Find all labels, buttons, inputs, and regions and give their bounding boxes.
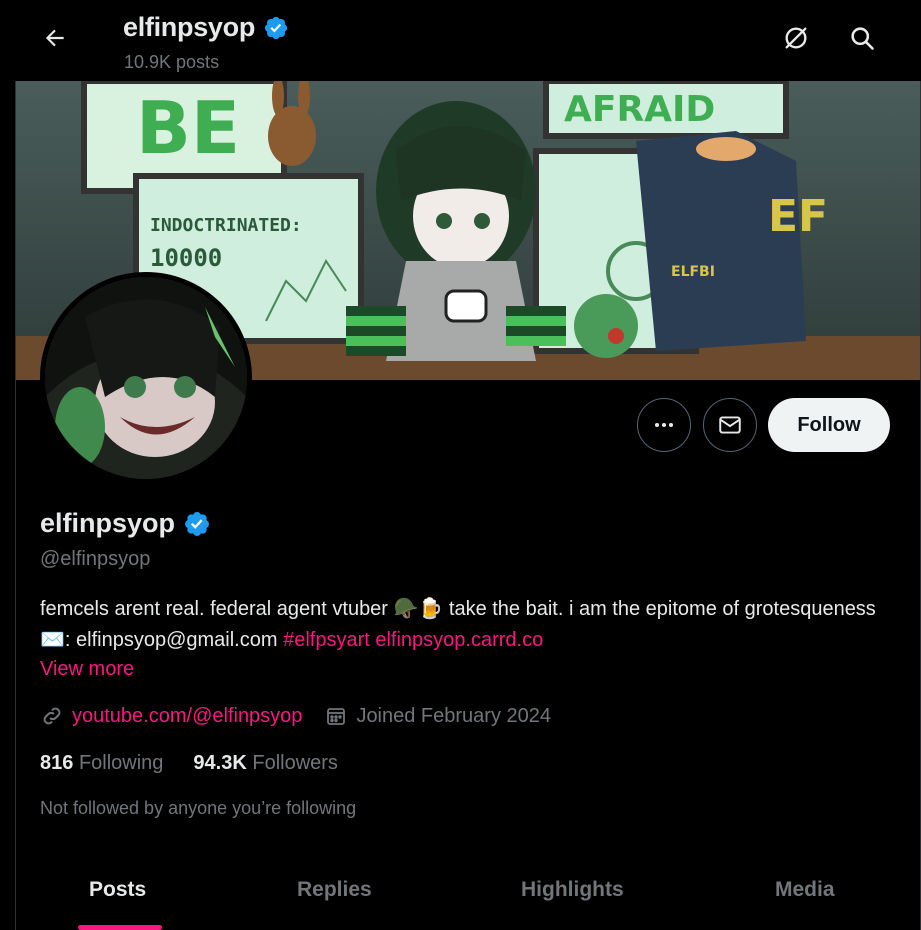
banner-text-count: 10000: [150, 244, 222, 272]
svg-text:EF: EF: [768, 191, 828, 242]
back-arrow-icon: [45, 29, 64, 47]
view-more-link[interactable]: View more: [40, 658, 134, 681]
avatar-illustration: [45, 277, 247, 479]
bio-website-link[interactable]: elfinpsyop.carrd.co: [375, 629, 543, 651]
message-icon: [719, 416, 741, 434]
verified-badge-icon[interactable]: [183, 510, 211, 538]
profile-bio: femcels arent real. federal agent vtuber…: [40, 594, 880, 656]
profile-avatar[interactable]: [40, 272, 252, 484]
banner-text-elfbi: ELFBI: [671, 264, 715, 280]
profile-display-name: elfinpsyop: [40, 508, 176, 538]
follow-button[interactable]: Follow: [768, 398, 890, 452]
more-icon: [655, 423, 673, 427]
profile-handle: @elfinpsyop: [40, 548, 151, 570]
profile-website-link[interactable]: youtube.com/@elfinpsyop: [72, 705, 302, 728]
banner-text-be: BE: [136, 86, 240, 170]
profile-tabs: Posts Replies Highlights Media: [16, 854, 920, 930]
verified-badge-icon: [264, 16, 288, 39]
active-tab-indicator: [78, 925, 162, 930]
following-count: 816: [40, 752, 74, 774]
profile-meta: youtube.com/@elfinpsyop Joined February …: [40, 704, 551, 728]
calendar-icon: [327, 708, 346, 725]
tab-posts[interactable]: Posts: [89, 878, 146, 902]
search-icon: [851, 27, 874, 50]
more-button[interactable]: [637, 398, 691, 452]
grok-icon: [785, 27, 807, 49]
tab-replies[interactable]: Replies: [297, 878, 372, 902]
tab-media[interactable]: Media: [775, 878, 835, 902]
following-label: Following: [78, 752, 164, 774]
banner-text-indoctrinated: INDOCTRINATED:: [150, 215, 302, 236]
grok-button[interactable]: [780, 22, 812, 54]
back-button[interactable]: [37, 20, 73, 56]
followers-label: Followers: [252, 752, 338, 774]
message-button[interactable]: [703, 398, 757, 452]
following-link[interactable]: 816 Following: [40, 752, 163, 775]
bio-hashtag-link[interactable]: #elfpsyart: [283, 629, 370, 651]
followers-link[interactable]: 94.3K Followers: [193, 752, 338, 775]
banner-text-afraid: AFRAID: [564, 89, 715, 130]
posts-count: 10.9K posts: [124, 52, 220, 72]
followers-count: 94.3K: [193, 752, 247, 774]
search-button[interactable]: [846, 22, 878, 54]
not-followed-notice: Not followed by anyone you’re following: [40, 798, 357, 818]
joined-date: Joined February 2024: [356, 704, 552, 727]
tab-highlights[interactable]: Highlights: [521, 878, 624, 902]
link-icon: [43, 707, 61, 725]
profile-header: elfinpsyop 10.9K posts: [15, 0, 921, 81]
follow-counts: 816 Following 94.3K Followers: [40, 752, 338, 775]
header-name: elfinpsyop: [123, 12, 256, 42]
